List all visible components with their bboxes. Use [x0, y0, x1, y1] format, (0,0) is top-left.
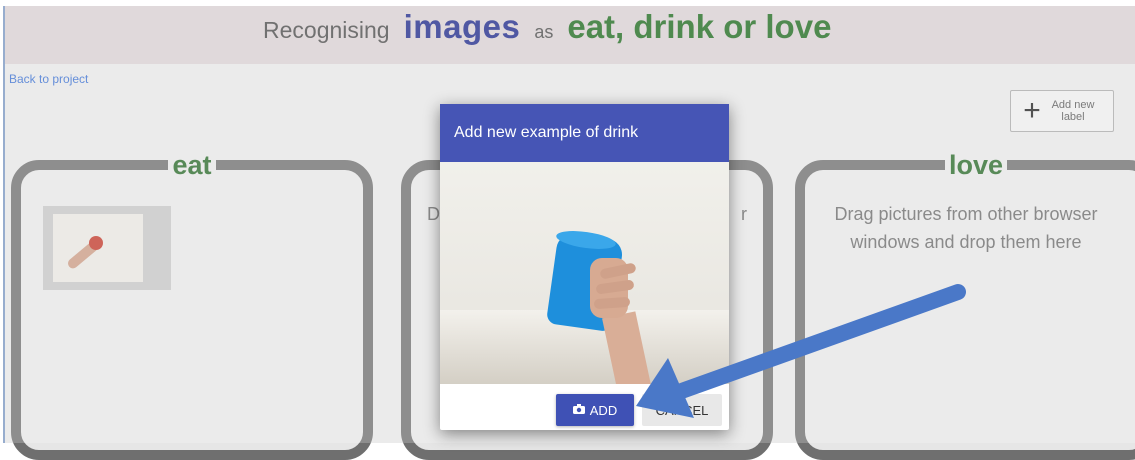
add-button-label: ADD: [589, 402, 618, 418]
dialog-title: Add new example of drink: [440, 104, 729, 162]
dialog-actions: ADD CANCEL: [440, 384, 729, 430]
add-example-dialog: Add new example of drink ADD CANCEL: [440, 104, 729, 430]
add-button[interactable]: ADD: [556, 394, 634, 426]
camera-icon: [572, 403, 585, 417]
webcam-preview: [440, 162, 729, 384]
cancel-button[interactable]: CANCEL: [642, 394, 722, 426]
